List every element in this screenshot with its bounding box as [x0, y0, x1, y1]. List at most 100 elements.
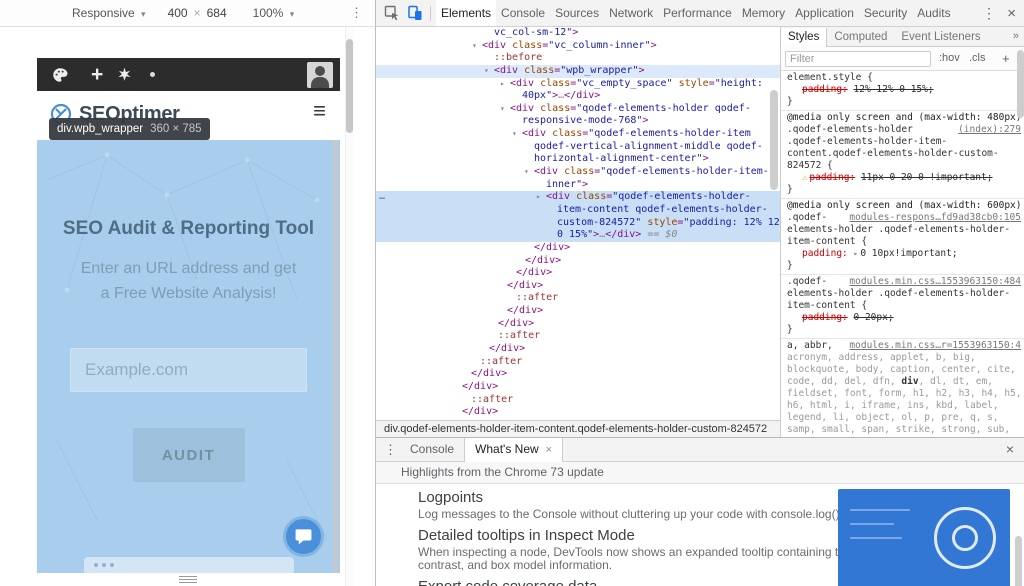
avatar[interactable] [307, 62, 333, 88]
tree-line[interactable]: ▾<div class="vc_column-inner"> [376, 40, 780, 53]
video-thumbnail[interactable]: ne [838, 489, 1010, 586]
tree-line[interactable]: ▸<div class="vc_empty_space" style="heig… [376, 78, 780, 91]
css-property[interactable]: padding: ▸0 10px!important; [787, 248, 1021, 260]
disclosure-expanded-icon[interactable]: ▾ [472, 40, 477, 53]
tree-line[interactable]: </div> [376, 406, 780, 419]
devtools-menu-icon[interactable]: ⋮ [982, 0, 996, 27]
class-toggle[interactable]: .cls [969, 47, 986, 70]
tab-memory[interactable]: Memory [737, 0, 790, 26]
css-property[interactable]: ⚠padding: 11px 0 20 0 !important; [787, 172, 1021, 184]
tab-console[interactable]: Console [496, 0, 550, 26]
tab-sources[interactable]: Sources [550, 0, 604, 26]
disclosure-collapsed-icon[interactable]: ▸ [500, 78, 505, 91]
disclosure-expanded-icon[interactable]: ▾ [524, 166, 529, 179]
tree-line[interactable]: ::after [376, 356, 780, 369]
tree-line[interactable]: ▾<div class="qodef-elements-holder-item [376, 128, 780, 141]
breadcrumb[interactable]: div.qodef-elements-holder-item-content.q… [376, 420, 780, 437]
drawer-tab-console[interactable]: Console [400, 438, 464, 461]
tab-performance[interactable]: Performance [658, 0, 737, 26]
tree-line[interactable]: </div> [376, 305, 780, 318]
tree-line[interactable]: vc_col-sm-12"> [376, 27, 780, 40]
devtools-drawer: ⋮ ConsoleWhat's New× × Highlights from t… [376, 437, 1024, 586]
audit-button[interactable]: AUDIT [133, 428, 245, 482]
yelp-burst-icon[interactable] [117, 67, 132, 82]
disclosure-expanded-icon[interactable]: ▾ [484, 65, 489, 78]
devtools-close-icon[interactable]: × [1007, 0, 1016, 27]
tree-line[interactable]: </div> [376, 267, 780, 280]
css-property[interactable]: padding: 0 20px; [787, 312, 1021, 324]
drawer-close-icon[interactable]: × [1006, 438, 1014, 461]
css-property[interactable]: padding: 12% 12% 0 15%; [787, 84, 1021, 96]
new-content-icon[interactable]: + [91, 64, 103, 85]
disclosure-collapsed-icon[interactable]: ▸ [536, 191, 541, 204]
device-toolbar-menu-icon[interactable]: ⋮ [350, 5, 363, 21]
tree-line[interactable]: 0 15%">…</div> == $0 [376, 229, 780, 242]
stylesheet-link[interactable]: (index):279 [958, 124, 1021, 136]
stylesheet-link[interactable]: modules-respons…fd9ad38cb0:105 [849, 212, 1021, 224]
expand-shorthand-icon[interactable]: ▸ [854, 249, 859, 258]
tree-line[interactable]: 40px">…</div> [376, 90, 780, 103]
tree-line[interactable]: ::after [376, 330, 780, 343]
page-scrollbar[interactable] [333, 140, 338, 573]
tree-line[interactable]: </div> [376, 255, 780, 268]
tree-line[interactable]: inner"> [376, 179, 780, 192]
tree-line[interactable]: …▸<div class="qodef-elements-holder- [376, 191, 780, 204]
chat-widget-button[interactable] [283, 516, 324, 557]
tree-line[interactable]: </div> [376, 381, 780, 394]
tabs-overflow-icon[interactable]: » [1013, 27, 1019, 46]
tree-line[interactable]: </div> [376, 242, 780, 255]
tree-line[interactable]: ▾<div class="wpb_wrapper"> [376, 65, 780, 78]
tab-computed[interactable]: Computed [827, 28, 894, 47]
whatsnew-scrollbar-thumb[interactable] [1015, 536, 1022, 586]
palette-icon[interactable] [51, 66, 69, 84]
tree-line[interactable]: ::before [376, 52, 780, 65]
tree-line[interactable]: ▾<div class="qodef-elements-holder-item- [376, 166, 780, 179]
tree-line[interactable]: qodef-vertical-alignment-middle qodef- [376, 141, 780, 154]
close-tab-icon[interactable]: × [546, 444, 552, 456]
selector-token: item-content { [787, 236, 867, 247]
tree-line[interactable]: horizontal-alignment-center"> [376, 153, 780, 166]
new-style-rule-icon[interactable]: + [1002, 47, 1010, 70]
tab-audits[interactable]: Audits [912, 0, 955, 26]
stylesheet-link[interactable]: modules.min.css…r=1553963150:4 [849, 340, 1021, 352]
device-type-dropdown[interactable]: Responsive ▾ [72, 6, 146, 20]
tab-security[interactable]: Security [859, 0, 912, 26]
elements-scrollbar-thumb[interactable] [770, 90, 778, 190]
viewport-resize-handle[interactable] [176, 574, 200, 584]
viewport-width-field[interactable]: 400 [168, 6, 188, 20]
tree-line[interactable]: </div> [376, 280, 780, 293]
tree-line[interactable]: </div> [376, 343, 780, 356]
tree-line[interactable]: item-content qodef-elements-holder- [376, 204, 780, 217]
tree-line[interactable]: ::after [376, 394, 780, 407]
drawer-menu-icon[interactable]: ⋮ [384, 438, 397, 461]
hamburger-menu-icon[interactable]: ≡ [313, 100, 326, 122]
emulation-scrollbar-thumb[interactable] [346, 39, 353, 133]
styles-filter-input[interactable] [785, 51, 931, 67]
disclosure-expanded-icon[interactable]: ▾ [512, 128, 517, 141]
drawer-tab-what-s-new[interactable]: What's New× [464, 438, 563, 462]
tree-line[interactable]: custom-824572" style="padding: 12% 12% [376, 217, 780, 230]
code-token: "height: [715, 78, 763, 89]
tree-line[interactable]: responsive-mode-768"> [376, 115, 780, 128]
tree-line[interactable]: </div> [376, 368, 780, 381]
zoom-dropdown[interactable]: 100% ▾ [253, 6, 295, 20]
disclosure-expanded-icon[interactable]: ▾ [500, 103, 505, 116]
tree-line[interactable]: ::after [376, 292, 780, 305]
tree-line[interactable]: </div> [376, 318, 780, 331]
inspect-element-icon[interactable] [384, 5, 400, 26]
styles-scrollbar-thumb[interactable] [1017, 50, 1024, 118]
selector-line: .qodef-elements-holder-item- [787, 136, 1021, 148]
tab-network[interactable]: Network [604, 0, 658, 26]
tab-event-listeners[interactable]: Event Listeners [894, 28, 987, 47]
pseudo-state-toggle[interactable]: :hov [939, 47, 960, 70]
tree-line[interactable]: ▾<div class="qodef-elements-holder qodef… [376, 103, 780, 116]
device-toolbar-toggle-icon[interactable] [407, 5, 423, 26]
viewport-height-field[interactable]: 684 [207, 6, 227, 20]
stylesheet-link[interactable]: modules.min.css…1553963150:484 [849, 276, 1021, 288]
tab-elements[interactable]: Elements [436, 0, 496, 26]
tab-styles[interactable]: Styles [781, 28, 827, 47]
node-overflow-icon[interactable]: … [379, 191, 386, 204]
tab-application[interactable]: Application [790, 0, 859, 26]
style-rule: modules.min.css…r=1553963150:4a, abbr,ac… [781, 339, 1024, 437]
url-input[interactable] [70, 348, 307, 392]
